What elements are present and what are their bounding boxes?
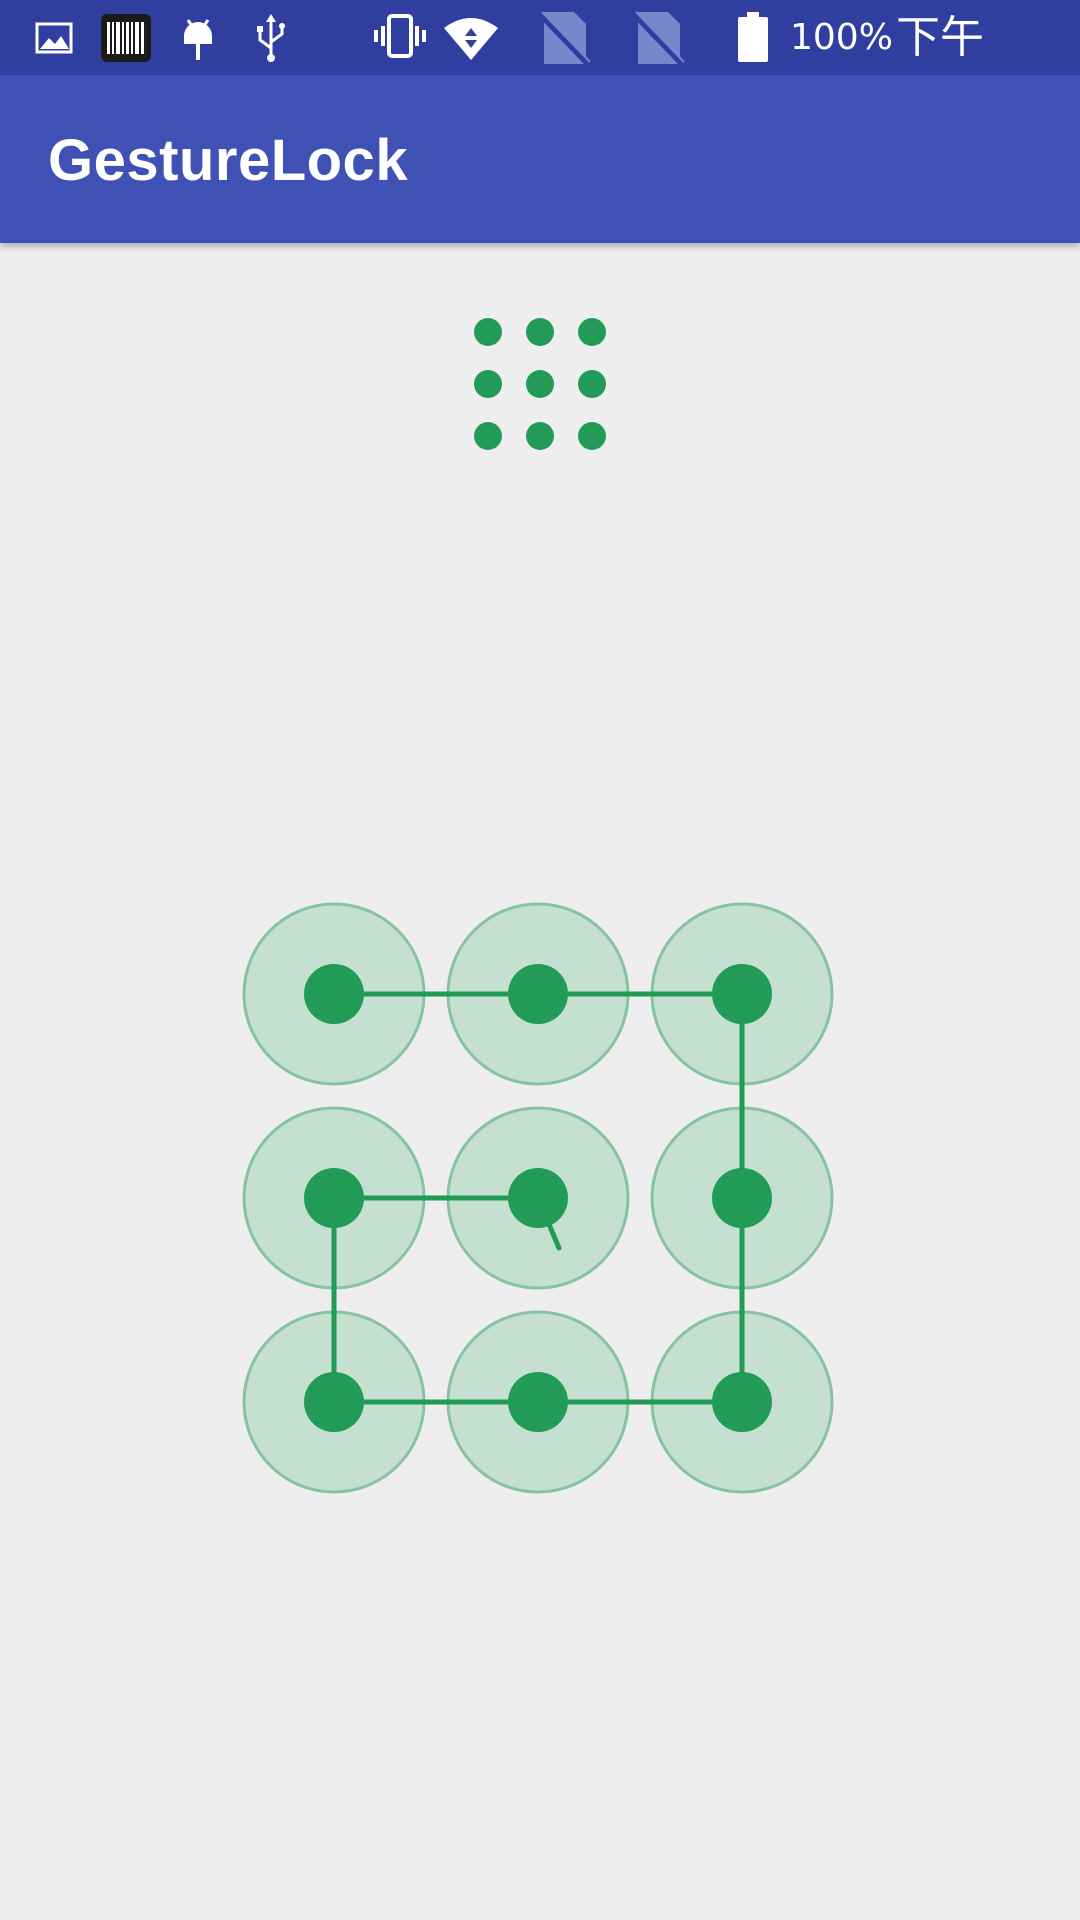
wifi-icon — [444, 18, 498, 60]
gesture-node-dot-3 — [712, 964, 772, 1024]
gesture-node-dot-8 — [508, 1372, 568, 1432]
app-title: GestureLock — [48, 128, 409, 193]
gesture-node-dot-2 — [508, 964, 568, 1024]
gesture-node-dot-6 — [712, 1168, 772, 1228]
barcode-icon — [101, 14, 151, 62]
gesture-lock-grid[interactable] — [230, 890, 850, 1510]
gesture-node-dot-9 — [712, 1372, 772, 1432]
usb-icon — [257, 14, 285, 62]
preview-dot-3 — [578, 318, 606, 346]
preview-dot-1 — [474, 318, 502, 346]
no-sim-icon — [537, 11, 592, 66]
no-sim-icon — [631, 11, 686, 66]
gesture-node-dot-1 — [304, 964, 364, 1024]
gesture-node-dot-4 — [304, 1168, 364, 1228]
android-debug-icon — [184, 19, 212, 60]
preview-dot-9 — [578, 422, 606, 450]
gesture-node-dot-5 — [508, 1168, 568, 1228]
app-bar: GestureLock — [0, 75, 1080, 243]
pattern-preview — [474, 318, 606, 450]
preview-dot-2 — [526, 318, 554, 346]
vibrate-icon — [374, 14, 426, 58]
battery-icon — [738, 12, 768, 62]
image-icon — [35, 22, 73, 54]
status-bar: 100% 下午6:18 — [0, 0, 1080, 119]
preview-dot-5 — [526, 370, 554, 398]
preview-dot-4 — [474, 370, 502, 398]
gesture-node-dot-7 — [304, 1372, 364, 1432]
battery-percentage: 100% — [790, 17, 893, 58]
preview-dot-8 — [526, 422, 554, 450]
preview-dot-7 — [474, 422, 502, 450]
preview-dot-6 — [578, 370, 606, 398]
